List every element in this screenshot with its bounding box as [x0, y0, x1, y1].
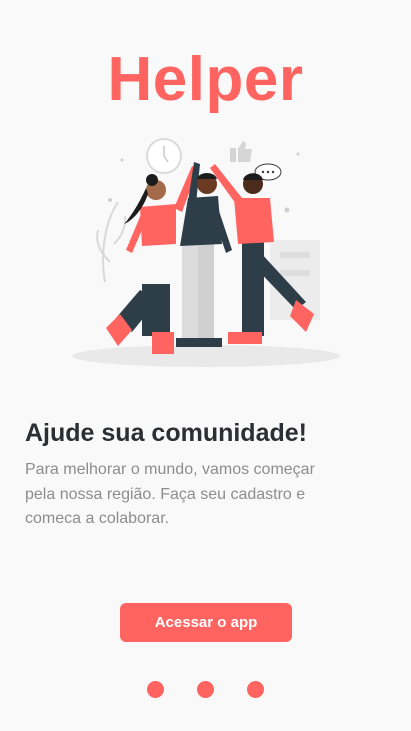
pagination-dots [0, 681, 411, 699]
app-logo: Helper [107, 45, 304, 114]
clock-icon [146, 138, 182, 174]
thumbs-up-icon [230, 141, 252, 162]
plant-decoration [96, 201, 127, 283]
pagination-dot-3[interactable] [247, 681, 264, 698]
access-app-button[interactable]: Acessar o app [120, 603, 292, 642]
page-title: Ajude sua comunidade! [25, 419, 307, 447]
team-high-five-illustration [72, 138, 340, 367]
pagination-dot-1[interactable] [147, 681, 164, 698]
floor-shadow [72, 345, 340, 367]
page-description: Para melhorar o mundo, vamos começar pel… [25, 461, 315, 527]
pagination-dot-2[interactable] [197, 681, 214, 698]
